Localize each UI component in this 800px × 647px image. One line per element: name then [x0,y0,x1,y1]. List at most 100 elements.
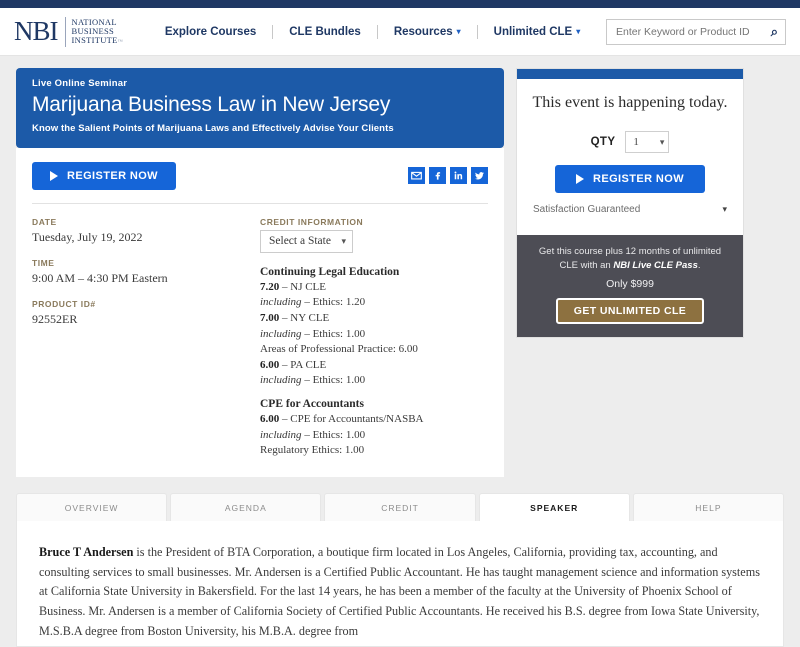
meta-value-wrap: Tuesday, July 19, 2022 [32,230,260,245]
twitter-icon[interactable] [471,167,488,185]
tab-agenda[interactable]: AGENDA [170,492,322,521]
state-select-value: Select a State [269,235,331,248]
unlimited-cle-promo: Get this course plus 12 months of unlimi… [517,235,743,338]
credit-line: including – Ethics: 1.00 [260,327,366,340]
speaker-bio: Bruce T Andersen is the President of BTA… [39,543,761,642]
browser-top-strip [0,0,800,8]
play-icon [576,174,585,185]
tab-help[interactable]: HELP [632,492,785,521]
search-box[interactable]: ⌕ [606,18,786,45]
credit-line: 6.00 – PA CLE [260,358,327,371]
registration-card-body: This event is happening today. QTY 1 ▾ R… [517,79,743,227]
logo-divider [64,16,66,47]
nav-item-cle-bundles[interactable]: CLE Bundles [273,26,377,38]
date-value-selected: Tuesday, July 19, 2022 [32,229,143,244]
meta-label: TIME [32,257,55,268]
main-navigation: Explore Courses CLE Bundles Resources ▾ … [149,24,606,39]
meta-label: DATE [32,216,57,227]
credit-line: 6.00 – CPE for Accountants/NASBA [260,413,424,426]
page-body: Live Online Seminar Marijuana Business L… [0,56,800,477]
credit-line: including – Ethics: 1.00 [260,374,366,387]
speaker-name: Bruce T Andersen [39,544,134,559]
quantity-row: QTY 1 ▾ [531,131,729,154]
card-actions-row: REGISTER NOW [32,161,488,190]
get-unlimited-cle-button[interactable]: GET UNLIMITED CLE [555,298,705,325]
credit-group-cle: Continuing Legal Education 7.20 – NJ CLE… [260,266,488,389]
play-icon [50,170,58,181]
quantity-select[interactable]: 1 ▾ [625,131,670,154]
card-accent-bar [517,69,743,79]
credit-line: 7.20 – NJ CLE [260,280,326,293]
chevron-down-icon: ▾ [341,235,346,246]
event-status-headline: This event is happening today. [532,94,728,111]
promo-text: Get this course plus 12 months of unlimi… [538,246,722,271]
nav-label: Unlimited CLE [493,25,573,38]
quantity-value: 1 [633,136,639,149]
credit-line: Areas of Professional Practice: 6.00 [260,343,418,356]
course-info-grid: DATE Tuesday, July 19, 2022 TIME 9:00 AM… [32,204,488,459]
social-share-group [408,167,488,185]
credit-group-heading: Continuing Legal Education [260,265,400,278]
sidebar-register-now-button[interactable]: REGISTER NOW [555,165,705,194]
meta-label: PRODUCT ID# [32,298,96,309]
credit-line: Regulatory Ethics: 1.00 [260,444,365,457]
nav-label: Resources [393,25,453,38]
logo-line-3: INSTITUTE™ [71,34,123,45]
meta-date: DATE Tuesday, July 19, 2022 [32,217,260,245]
nav-label: Explore Courses [164,25,257,38]
hero-subtitle: Know the Salient Points of Marijuana Law… [32,122,394,134]
course-details-card: REGISTER NOW DATE Tuesday, July 19, 2022… [16,147,504,477]
site-header: NBI NATIONAL BUSINESS INSTITUTE™ Explore… [0,8,800,56]
product-id-value: 92552ER [32,311,78,326]
credit-group-heading: CPE for Accountants [260,398,364,411]
credit-group-cpe: CPE for Accountants 6.00 – CPE for Accou… [260,398,488,459]
email-icon[interactable] [408,167,425,185]
satisfaction-label: Satisfaction Guaranteed [533,204,641,216]
chevron-down-icon: ▾ [576,27,581,36]
search-icon[interactable]: ⌕ [771,24,778,40]
state-select[interactable]: Select a State ▾ [260,229,353,253]
tab-overview[interactable]: OVERVIEW [16,492,168,521]
tab-panel-speaker: Bruce T Andersen is the President of BTA… [16,520,784,647]
credit-information-label: CREDIT INFORMATION [260,216,364,227]
nav-item-unlimited-cle[interactable]: Unlimited CLE ▾ [478,26,597,38]
linkedin-icon[interactable] [450,167,467,185]
course-tabs-area: OVERVIEW AGENDA CREDIT SPEAKER HELP Bruc… [0,492,800,647]
chevron-down-icon: ▾ [456,27,461,36]
main-content-column: Live Online Seminar Marijuana Business L… [16,68,504,477]
facebook-icon[interactable] [429,167,446,185]
logo-mark: NBI [14,16,58,46]
trademark-icon: ™ [117,39,123,45]
chevron-down-icon: ▾ [659,136,665,147]
promo-price: Only $999 [606,278,654,291]
credit-line: including – Ethics: 1.20 [260,296,366,309]
registration-card: This event is happening today. QTY 1 ▾ R… [516,68,744,339]
nbi-logo[interactable]: NBI NATIONAL BUSINESS INSTITUTE™ [14,16,123,47]
nav-item-explore-courses[interactable]: Explore Courses [149,26,272,38]
credit-line: 7.00 – NY CLE [260,311,330,324]
tab-speaker[interactable]: SPEAKER [478,492,630,521]
speaker-bio-text: is the President of BTA Corporation, a b… [39,544,760,638]
quantity-label: QTY [590,136,616,149]
logo-wordmark: NATIONAL BUSINESS INSTITUTE™ [72,18,123,44]
credit-information-column: CREDIT INFORMATION Select a State ▾ Cont… [260,217,488,459]
meta-time: TIME 9:00 AM – 4:30 PM Eastern [32,258,260,286]
chevron-down-icon: ▾ [722,204,727,215]
time-value: 9:00 AM – 4:30 PM Eastern [32,270,168,285]
register-now-label: REGISTER NOW [67,169,158,182]
course-meta-column: DATE Tuesday, July 19, 2022 TIME 9:00 AM… [32,217,260,459]
tab-bar: OVERVIEW AGENDA CREDIT SPEAKER HELP [16,492,785,521]
satisfaction-guaranteed-toggle[interactable]: Satisfaction Guaranteed ▾ [531,204,729,215]
nav-label: CLE Bundles [289,25,361,38]
promo-pass-name: NBI Live CLE Pass [613,259,698,271]
tab-credit[interactable]: CREDIT [324,492,476,521]
credit-line: including – Ethics: 1.00 [260,428,366,441]
page-title: Marijuana Business Law in New Jersey [32,93,391,116]
hero-kicker: Live Online Seminar [32,78,128,89]
course-hero-banner: Live Online Seminar Marijuana Business L… [16,68,504,148]
register-now-button[interactable]: REGISTER NOW [32,161,176,190]
purchase-sidebar: This event is happening today. QTY 1 ▾ R… [516,68,744,477]
search-input[interactable] [614,24,771,39]
meta-product-id: PRODUCT ID# 92552ER [32,299,260,327]
nav-item-resources[interactable]: Resources ▾ [378,26,477,38]
